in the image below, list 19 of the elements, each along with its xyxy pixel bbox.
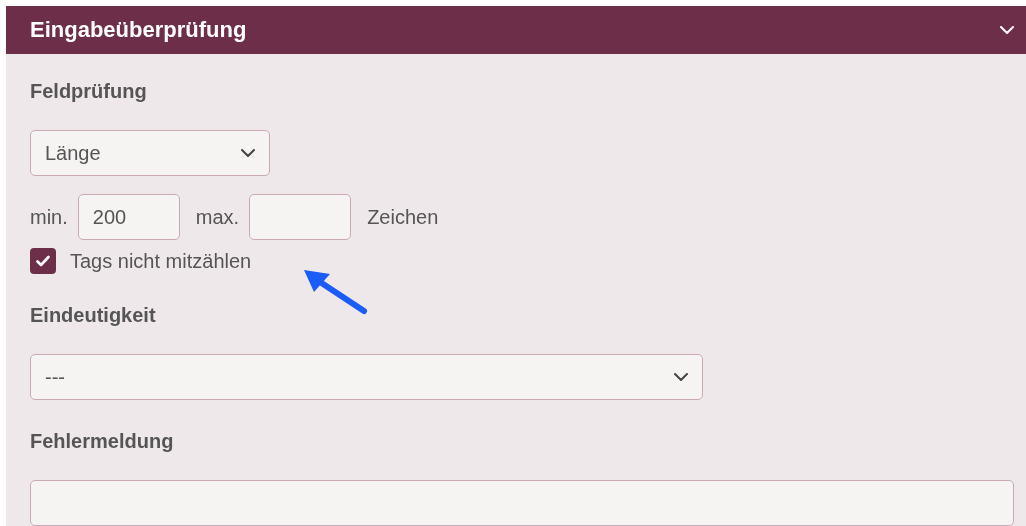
check-icon: [36, 255, 50, 267]
unit-label: Zeichen: [367, 205, 439, 229]
chevron-icon: [1000, 26, 1014, 34]
checkbox-label: Tags nicht mitzählen: [70, 249, 252, 273]
panel-header[interactable]: Eingabeüberprüfung: [6, 6, 1026, 54]
caret-icon: [674, 373, 688, 381]
input-field[interactable]: [249, 194, 352, 240]
section-label: Eindeutigkeit: [30, 304, 157, 328]
checkbox[interactable]: [30, 248, 56, 274]
section-label: Fehlermeldung: [30, 430, 175, 454]
input-field[interactable]: 200: [77, 194, 180, 240]
dropdown[interactable]: Länge: [30, 130, 270, 176]
dropdown[interactable]: ---: [30, 354, 703, 400]
panel-title: Eingabeüberprüfung: [30, 17, 247, 43]
min-label: min.: [30, 205, 68, 229]
input-field[interactable]: [30, 480, 1014, 526]
caret-icon: [241, 149, 255, 157]
max-label: max.: [195, 205, 240, 229]
section-label: Feldprüfung: [30, 80, 148, 104]
